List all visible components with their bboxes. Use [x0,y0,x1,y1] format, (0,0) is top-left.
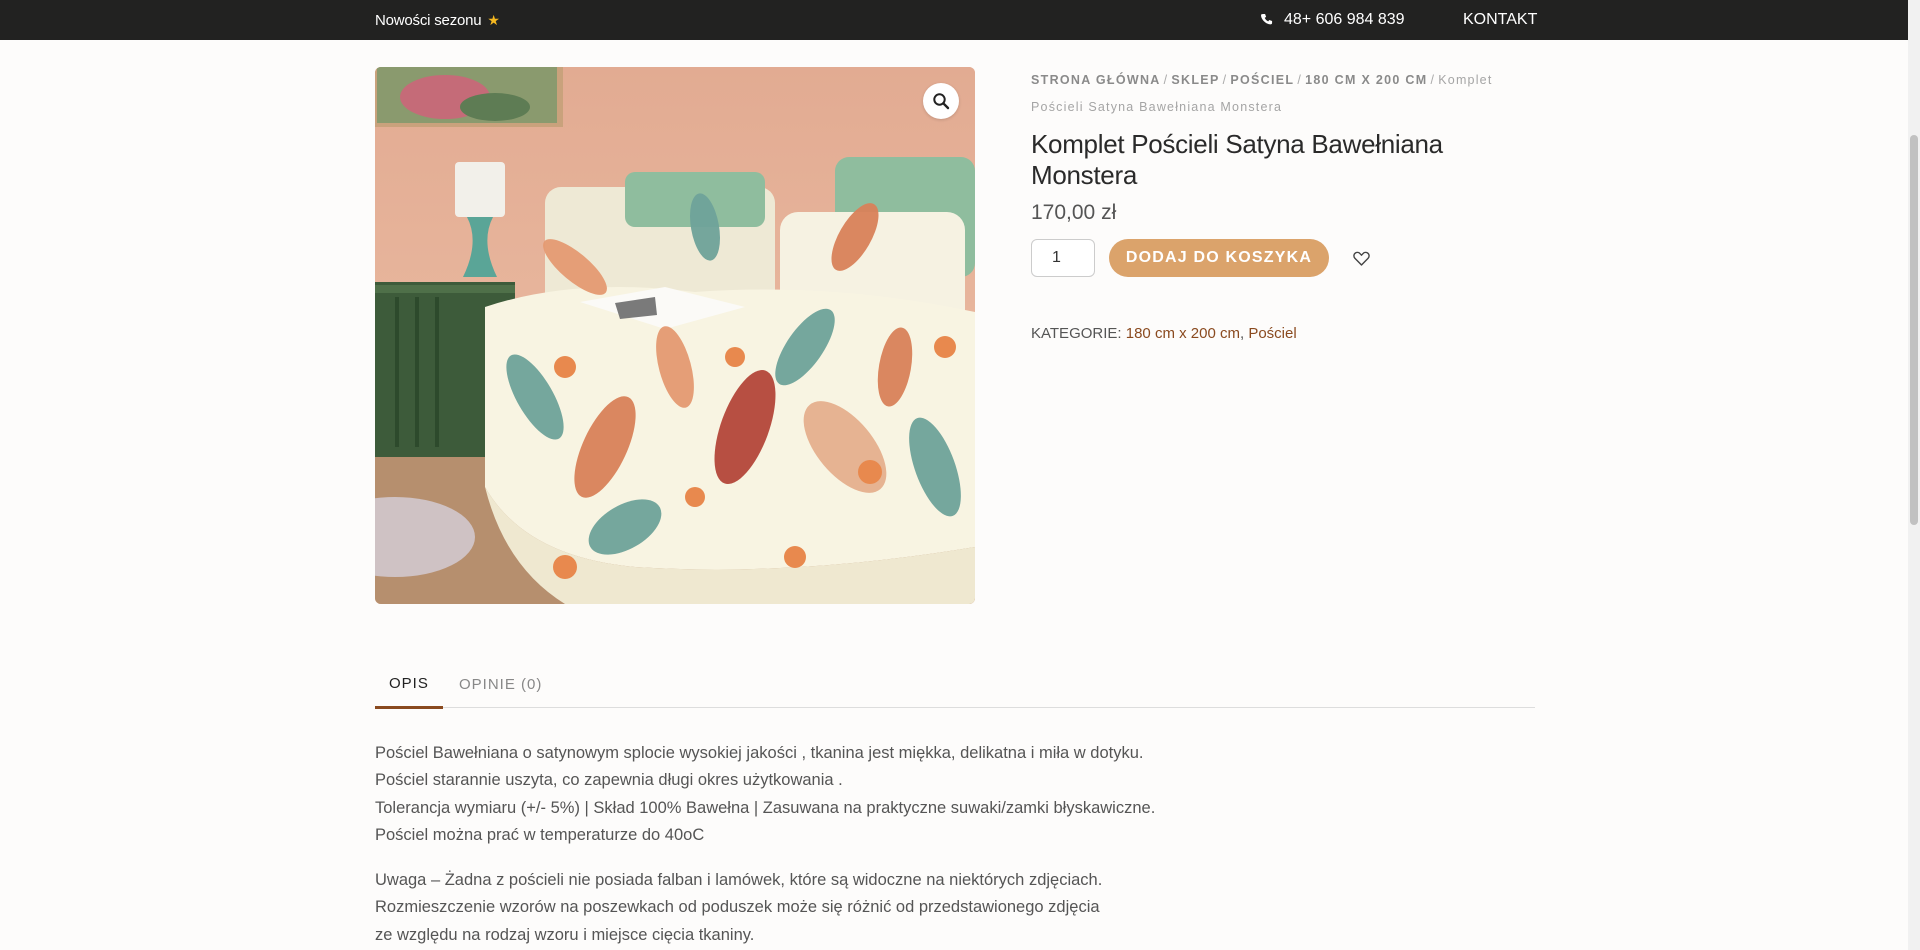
breadcrumb-shop[interactable]: Sklep [1171,73,1219,87]
category-link-bedding[interactable]: Pościel [1248,325,1296,342]
description-line: Uwaga – Żadna z pościeli nie posiada fal… [375,871,1103,890]
breadcrumb-separator: / [1430,73,1436,87]
tab-label: Opinie (0) [459,675,543,693]
categories-label: Kategorie: [1031,325,1122,342]
quantity-input[interactable] [1031,239,1095,277]
top-bar: Nowości sezonu ★ 48+ 606 984 839 KONTAKT [0,0,1908,40]
promo-text[interactable]: Nowości sezonu [375,12,482,29]
phone-link[interactable]: 48+ 606 984 839 [1260,0,1405,40]
breadcrumb: Strona główna / Sklep / Pościel/180 cm x 200… [1031,67,1535,121]
product-price: 170,00 zł [1031,201,1117,224]
wishlist-button[interactable] [1353,251,1370,266]
breadcrumb-separator: / [1222,73,1228,87]
category-link-size[interactable]: 180 cm x 200 cm [1126,325,1240,342]
product-description: Pościel Bawełniana o satynowym splocie w… [375,740,1275,950]
tab-reviews[interactable]: Opinie (0) [459,660,542,708]
zoom-button[interactable] [923,83,959,119]
description-line: ze względu na rodzaj wzoru i miejsce cię… [375,925,755,944]
breadcrumb-separator: / [1297,73,1303,87]
product-photo [375,67,975,604]
tab-description[interactable]: Opis [375,660,443,709]
add-to-cart-button[interactable]: Dodaj do koszyka [1109,239,1329,277]
phone-icon [1261,14,1273,25]
breadcrumb-size[interactable]: 180 cm x 200 cm [1305,73,1427,87]
star-icon: ★ [487,11,500,28]
description-line: Rozmieszczenie wzorów na poszewkach od p… [375,898,1100,917]
description-line: Pościel można prać w temperaturze do 40o… [375,825,705,844]
promo-link[interactable]: Nowości sezonu ★ [375,0,500,40]
breadcrumb-separator: / [1163,73,1169,87]
description-line: Pościel Bawełniana o satynowym splocie w… [375,744,1144,762]
magnifier-icon [933,93,950,110]
page-scrollbar[interactable] [1908,0,1920,950]
contact-link[interactable]: KONTAKT [1463,0,1537,40]
description-line: Pościel starannie uszyta, co zapewnia dł… [375,771,843,790]
scrollbar-thumb[interactable] [1910,135,1918,525]
product-image[interactable] [375,67,975,604]
breadcrumb-bedding[interactable]: Pościel [1230,73,1294,87]
description-line: Tolerancja wymiaru (+/- 5%) | Skład 100%… [375,798,1156,817]
tab-label: Opis [389,674,429,692]
add-to-cart-form: Dodaj do koszyka [1031,239,1370,277]
phone-number[interactable]: 48+ 606 984 839 [1284,11,1405,29]
description-paragraph: Pościel Bawełniana o satynowym splocie w… [375,740,1275,849]
product-categories: Kategorie: 180 cm x 200 cm, Pościel [1031,325,1297,342]
description-note: Uwaga – Żadna z pościeli nie posiada fal… [375,867,1275,949]
breadcrumb-home[interactable]: Strona główna [1031,73,1161,87]
product-summary: Strona główna / Sklep / Pościel/180 cm x 200… [1031,67,1535,342]
product-tabs: Opis Opinie (0) [375,660,1535,709]
heart-icon [1353,251,1370,266]
product-title: Komplet Pościeli Satyna Bawełniana Monst… [1031,129,1443,190]
